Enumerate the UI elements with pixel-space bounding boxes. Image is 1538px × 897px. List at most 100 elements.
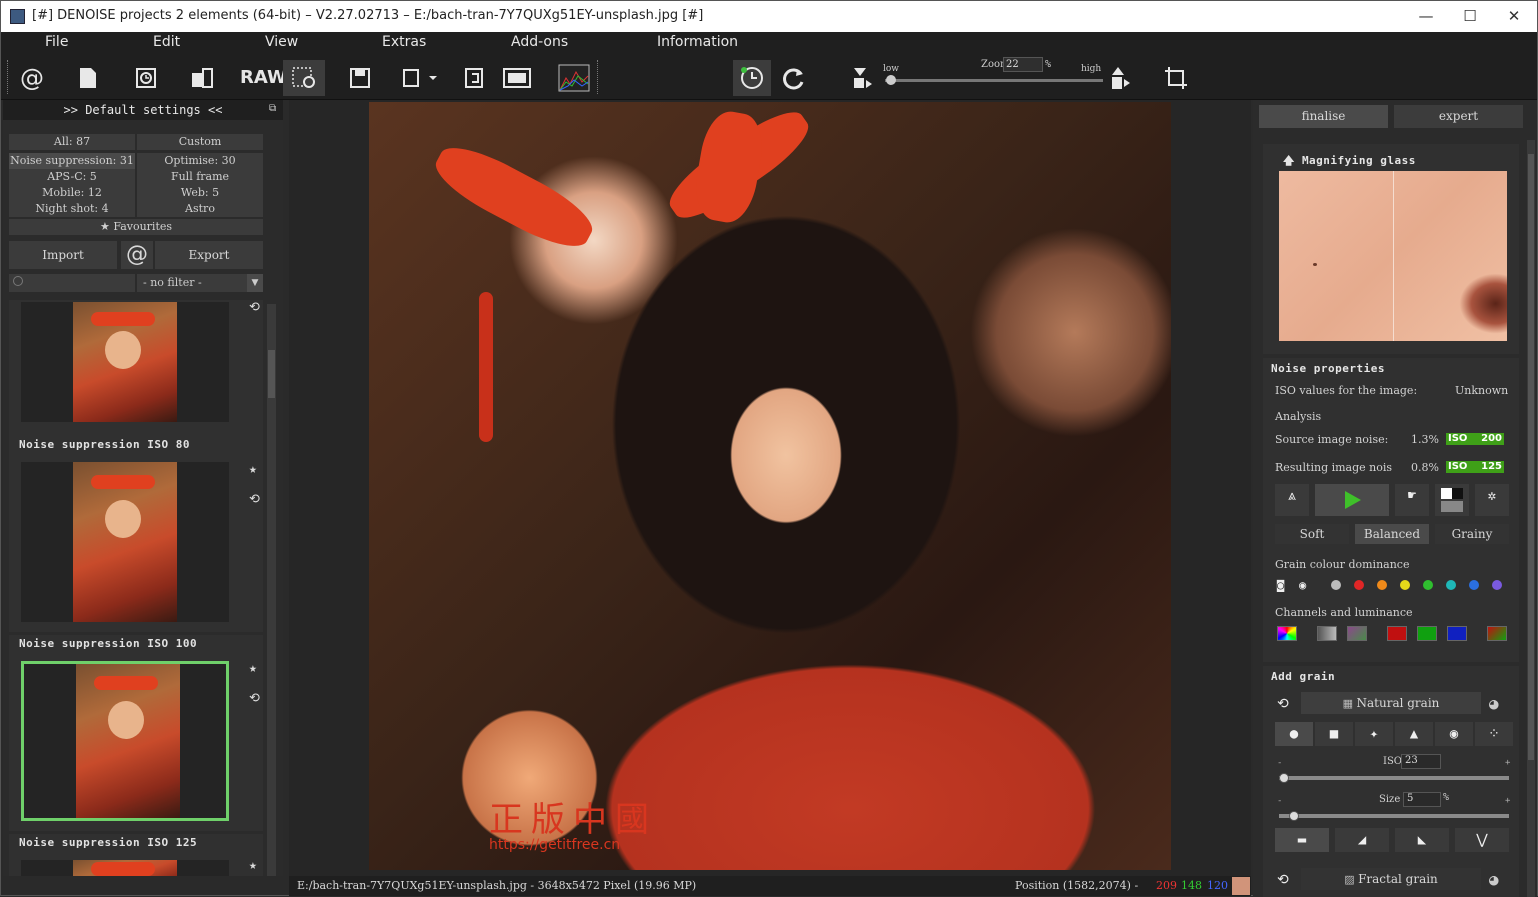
menu-extras[interactable]: Extras <box>382 34 426 50</box>
scrollbar-thumb[interactable] <box>1528 154 1534 760</box>
split-line[interactable] <box>1393 171 1394 341</box>
size-slider-handle[interactable] <box>1289 811 1299 821</box>
filter-select[interactable]: - no filter - ▼ <box>137 274 263 292</box>
fractal-grain-select[interactable]: ▨ Fractal grain <box>1301 868 1481 890</box>
minimize-button[interactable]: — <box>1411 5 1441 27</box>
grain-curve-flat[interactable]: ▬ <box>1275 828 1329 852</box>
grain-shape-star[interactable]: ✦ <box>1355 722 1393 746</box>
favourite-star-icon[interactable]: ★ <box>249 661 257 676</box>
presets-title[interactable]: >> Default settings << <box>3 100 283 120</box>
grain-shape-ring[interactable]: ◉ <box>1435 722 1473 746</box>
menu-edit[interactable]: Edit <box>153 34 180 50</box>
channel-mixed[interactable] <box>1487 626 1507 641</box>
preset-noise-suppression[interactable]: Noise suppression: 31 <box>9 153 135 169</box>
grain-shape-scatter[interactable]: ⁘ <box>1475 722 1513 746</box>
camera-icon[interactable]: ◙ <box>1277 578 1284 592</box>
refresh-icon[interactable] <box>775 60 813 96</box>
preset-favourites[interactable]: ★ Favourites <box>9 219 263 235</box>
preset-thumbnail-card-selected[interactable]: Noise suppression ISO 100 ★ ⟲ <box>9 635 263 831</box>
preset-thumbnail-image[interactable] <box>21 302 229 422</box>
image-canvas[interactable]: 正版中國 https://getitfree.cn <box>289 100 1251 876</box>
tab-expert[interactable]: expert <box>1394 105 1523 128</box>
grain-shape-drop[interactable]: ▲ <box>1395 722 1433 746</box>
undock-icon[interactable]: ⧉ <box>269 103 276 114</box>
soft-button[interactable]: Soft <box>1275 524 1349 544</box>
iso-slider-handle[interactable] <box>1279 773 1289 783</box>
refresh-icon[interactable]: ⟲ <box>249 300 260 315</box>
hand-pick-icon[interactable]: ☛ <box>1395 484 1429 516</box>
play-icon[interactable] <box>1315 484 1389 516</box>
auto-timer-icon[interactable] <box>733 60 771 96</box>
favourite-star-icon[interactable]: ★ <box>249 462 257 477</box>
grain-shape-circle[interactable]: ● <box>1275 722 1313 746</box>
auto-detect-icon[interactable]: ⩓ <box>1275 484 1309 516</box>
save-icon[interactable] <box>341 60 379 96</box>
magnifier-title[interactable]: 🡅 Magnifying glass <box>1283 152 1416 171</box>
luminance-icon[interactable]: ✲ <box>1475 484 1509 516</box>
preset-thumbnail-card[interactable]: Noise suppression ISO 80 ★ ⟲ <box>9 436 263 632</box>
preset-thumbnail-image[interactable] <box>21 462 229 622</box>
batch-icon[interactable] <box>183 60 221 96</box>
eye-icon[interactable]: ◉ <box>1299 578 1306 592</box>
preset-full-frame[interactable]: Full frame <box>137 169 263 185</box>
histogram-icon[interactable] <box>555 60 593 96</box>
favourite-star-icon[interactable]: ★ <box>249 858 257 873</box>
channel-rgb[interactable] <box>1277 626 1297 641</box>
presets-scrollbar[interactable] <box>267 304 276 876</box>
at-icon[interactable]: @ <box>13 60 51 96</box>
zoom-out-icon[interactable] <box>843 60 881 96</box>
menu-view[interactable]: View <box>265 34 298 50</box>
close-button[interactable]: ✕ <box>1499 5 1529 27</box>
reset-icon[interactable]: ⟲ <box>1277 696 1289 712</box>
preset-night-shot[interactable]: Night shot: 4 <box>9 201 135 217</box>
refresh-icon[interactable]: ⟲ <box>249 492 260 507</box>
preset-mobile[interactable]: Mobile: 12 <box>9 185 135 201</box>
export-button[interactable]: Export <box>155 241 263 269</box>
preset-thumbnail-card[interactable]: ⟲ <box>9 300 263 452</box>
preset-custom[interactable]: Custom <box>137 134 263 150</box>
history-icon[interactable] <box>127 60 165 96</box>
preset-astro[interactable]: Astro <box>137 201 263 217</box>
zoom-in-icon[interactable] <box>1101 60 1139 96</box>
zoom-slider-track[interactable] <box>885 79 1103 82</box>
main-photo[interactable]: 正版中國 https://getitfree.cn <box>369 100 1171 870</box>
color-dot-orange[interactable] <box>1377 580 1387 590</box>
search-input[interactable] <box>9 274 135 292</box>
natural-grain-select[interactable]: ▦ Natural grain <box>1301 692 1481 714</box>
size-slider[interactable] <box>1279 814 1509 818</box>
menu-addons[interactable]: Add-ons <box>511 34 568 50</box>
settings-grid-icon[interactable] <box>283 60 325 96</box>
sphere-icon[interactable]: ◕ <box>1489 870 1499 889</box>
grainy-button[interactable]: Grainy <box>1435 524 1509 544</box>
zoom-input[interactable]: 22 <box>1003 57 1043 72</box>
at-button[interactable]: @ <box>121 241 153 269</box>
tab-finalise[interactable]: finalise <box>1259 105 1388 128</box>
preset-apsc[interactable]: APS-C: 5 <box>9 169 135 185</box>
preset-web[interactable]: Web: 5 <box>137 185 263 201</box>
menu-information[interactable]: Information <box>657 34 738 50</box>
process-icon[interactable] <box>456 60 494 96</box>
iso-slider[interactable] <box>1279 776 1509 780</box>
export-menu-icon[interactable] <box>397 60 441 96</box>
color-dot-violet[interactable] <box>1492 580 1502 590</box>
compare-icon[interactable] <box>498 60 536 96</box>
color-dot-blue[interactable] <box>1469 580 1479 590</box>
color-dot-green[interactable] <box>1423 580 1433 590</box>
open-file-icon[interactable] <box>69 60 107 96</box>
preset-thumbnail-image[interactable] <box>21 661 229 821</box>
channel-luminance[interactable] <box>1317 626 1337 641</box>
balanced-button[interactable]: Balanced <box>1355 524 1429 544</box>
preset-thumbnail-card[interactable]: Noise suppression ISO 125 ★ <box>9 834 263 876</box>
channel-chroma[interactable] <box>1347 626 1367 641</box>
reset-icon[interactable]: ⟲ <box>1277 872 1289 888</box>
channel-blue[interactable] <box>1447 626 1467 641</box>
grain-curve-valley[interactable]: ⋁ <box>1455 828 1509 852</box>
color-dot-red[interactable] <box>1354 580 1364 590</box>
preset-thumbnail-image[interactable] <box>21 860 229 876</box>
settings-scrollbar[interactable] <box>1527 140 1535 897</box>
size-input[interactable]: 5 <box>1403 792 1441 807</box>
import-button[interactable]: Import <box>9 241 117 269</box>
grain-shape-square[interactable]: ■ <box>1315 722 1353 746</box>
color-dot-grey[interactable] <box>1331 580 1341 590</box>
maximize-button[interactable]: ☐ <box>1455 5 1485 27</box>
